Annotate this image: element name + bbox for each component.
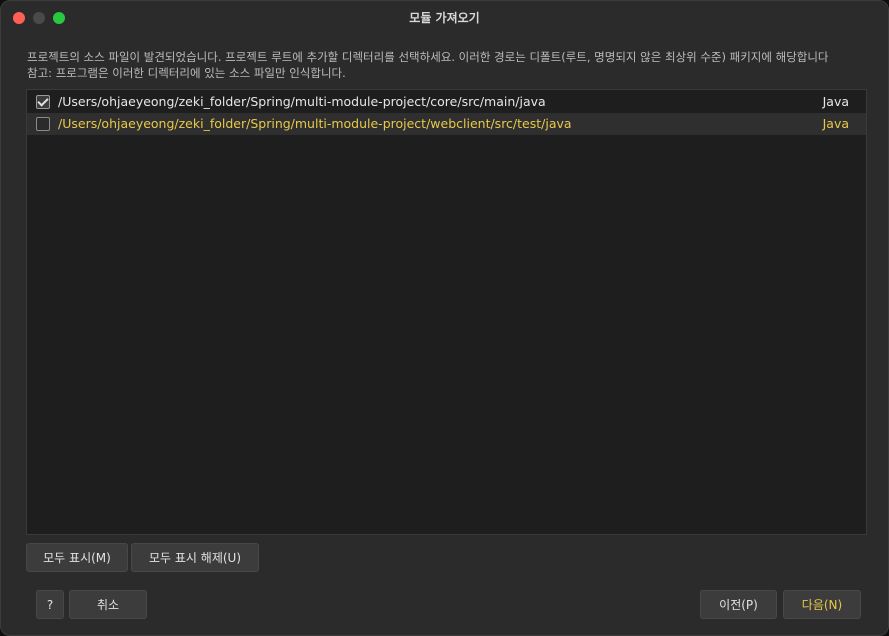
source-root-kind: Java — [822, 94, 849, 109]
cancel-button[interactable]: 취소 — [69, 590, 147, 619]
source-root-checkbox[interactable] — [36, 95, 50, 109]
title-bar[interactable]: 모듈 가져오기 — [1, 1, 888, 33]
source-root-row[interactable]: /Users/ohjaeyeong/zeki_folder/Spring/mul… — [27, 113, 866, 135]
import-module-dialog: 모듈 가져오기 프로젝트의 소스 파일이 발견되었습니다. 프로젝트 루트에 추… — [0, 0, 889, 636]
source-root-path: /Users/ohjaeyeong/zeki_folder/Spring/mul… — [58, 94, 546, 109]
show-all-button[interactable]: 모두 표시(M) — [26, 543, 128, 572]
source-root-checkbox[interactable] — [36, 117, 50, 131]
description-line-2: 참고: 프로그램은 이러한 디렉터리에 있는 소스 파일만 인식합니다. — [27, 66, 346, 80]
source-root-list[interactable]: /Users/ohjaeyeong/zeki_folder/Spring/mul… — [26, 89, 867, 535]
next-button[interactable]: 다음(N) — [783, 590, 861, 619]
dialog-title: 모듈 가져오기 — [409, 11, 480, 25]
description-line-1: 프로젝트의 소스 파일이 발견되었습니다. 프로젝트 루트에 추가할 디렉터리를… — [27, 50, 829, 64]
source-root-row[interactable]: /Users/ohjaeyeong/zeki_folder/Spring/mul… — [27, 91, 866, 113]
hide-all-button[interactable]: 모두 표시 해제(U) — [131, 543, 259, 572]
help-button[interactable]: ? — [36, 590, 64, 619]
source-root-path: /Users/ohjaeyeong/zeki_folder/Spring/mul… — [58, 116, 572, 131]
description: 프로젝트의 소스 파일이 발견되었습니다. 프로젝트 루트에 추가할 디렉터리를… — [27, 49, 877, 81]
source-root-kind: Java — [822, 116, 849, 131]
previous-button[interactable]: 이전(P) — [700, 590, 777, 619]
